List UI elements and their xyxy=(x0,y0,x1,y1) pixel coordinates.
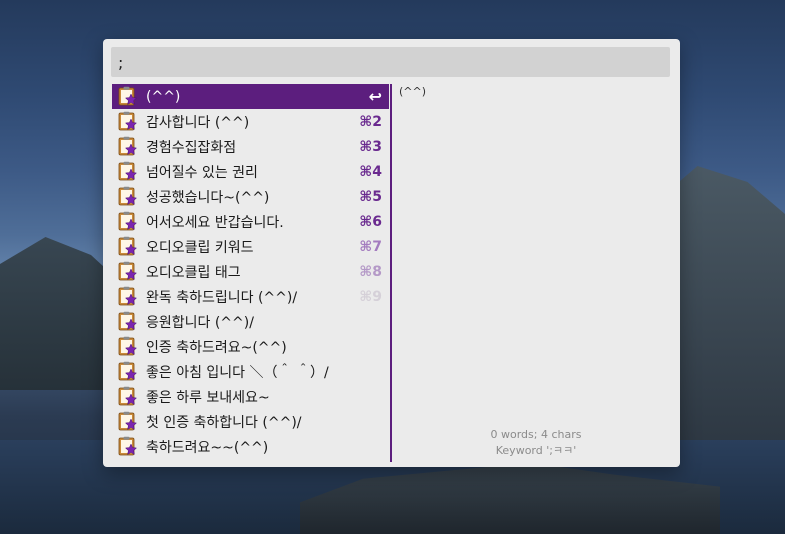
result-item[interactable]: 오디오클립 키워드 ⌘7 xyxy=(112,234,389,259)
keyword-label: Keyword ';ㅋㅋ' xyxy=(495,444,577,457)
result-item[interactable]: (^^) ↩ xyxy=(112,84,389,109)
result-item-label: 완독 축하드립니다 (^^)/ xyxy=(146,289,298,306)
snippet-clipboard-star-icon xyxy=(118,211,138,231)
snippet-clipboard-star-icon xyxy=(118,186,138,206)
snippet-clipboard-star-icon xyxy=(118,286,138,306)
snippet-preview: (^^) xyxy=(399,85,427,98)
snippet-clipboard-star-icon xyxy=(118,336,138,356)
snippet-launcher-window: (^^) ↩ 감사합니다 (^^) ⌘2 경험수집잡화점 ⌘3 넘어질수 있는 권리 ⌘… xyxy=(103,39,680,467)
shortcut-hint: ⌘2 xyxy=(359,113,382,130)
snippet-clipboard-star-icon xyxy=(118,386,138,406)
snippet-clipboard-star-icon xyxy=(118,436,138,456)
snippet-clipboard-star-icon xyxy=(118,261,138,281)
result-item-label: 경험수집잡화점 xyxy=(146,139,237,156)
return-shortcut-hint: ↩ xyxy=(368,87,382,106)
result-item[interactable]: 오디오클립 태그 ⌘8 xyxy=(112,259,389,284)
results-list: (^^) ↩ 감사합니다 (^^) ⌘2 경험수집잡화점 ⌘3 넘어질수 있는 권리 ⌘… xyxy=(111,84,392,462)
result-item-label: (^^) xyxy=(146,88,181,105)
snippet-clipboard-star-icon xyxy=(118,311,138,331)
result-item-label: 어서오세요 반갑습니다. xyxy=(146,214,284,231)
shortcut-hint: ⌘8 xyxy=(359,263,382,280)
result-item[interactable]: 감사합니다 (^^) ⌘2 xyxy=(112,109,389,134)
result-item[interactable]: 성공했습니다~(^^) ⌘5 xyxy=(112,184,389,209)
result-item-label: 성공했습니다~(^^) xyxy=(146,189,270,206)
result-item-label: 인증 축하드려요~(^^) xyxy=(146,339,287,356)
result-item[interactable]: 완독 축하드립니다 (^^)/ ⌘9 xyxy=(112,284,389,309)
result-item[interactable]: 좋은 아침 입니다 ＼（＾ ＾）/ xyxy=(112,359,389,384)
result-item-label: 좋은 하루 보내세요~ xyxy=(146,389,270,406)
result-item-label: 감사합니다 (^^) xyxy=(146,114,250,131)
snippet-clipboard-star-icon xyxy=(118,411,138,431)
search-input[interactable] xyxy=(111,47,670,77)
result-item[interactable]: 경험수집잡화점 ⌘3 xyxy=(112,134,389,159)
snippet-clipboard-star-icon xyxy=(118,161,138,181)
result-item-label: 좋은 아침 입니다 ＼（＾ ＾）/ xyxy=(146,364,329,381)
result-item[interactable]: 넘어질수 있는 권리 ⌘4 xyxy=(112,159,389,184)
shortcut-hint: ⌘3 xyxy=(359,138,382,155)
result-item[interactable]: 좋은 하루 보내세요~ xyxy=(112,384,389,409)
shortcut-hint: ⌘6 xyxy=(359,213,382,230)
result-item-label: 넘어질수 있는 권리 xyxy=(146,164,258,181)
result-item-label: 축하드려요~~(^^) xyxy=(146,439,269,456)
result-item[interactable]: 인증 축하드려요~(^^) xyxy=(112,334,389,359)
snippet-clipboard-star-icon xyxy=(118,136,138,156)
shortcut-hint: ⌘4 xyxy=(359,163,382,180)
result-item[interactable]: 응원합니다 (^^)/ xyxy=(112,309,389,334)
snippet-stats: 0 words; 4 chars Keyword ';ㅋㅋ' xyxy=(399,427,673,459)
snippet-clipboard-star-icon xyxy=(118,86,138,106)
snippet-clipboard-star-icon xyxy=(118,236,138,256)
result-item-label: 오디오클립 키워드 xyxy=(146,239,254,256)
result-item[interactable]: 축하드려요~~(^^) xyxy=(112,434,389,459)
result-item-label: 응원합니다 (^^)/ xyxy=(146,314,254,331)
snippet-clipboard-star-icon xyxy=(118,111,138,131)
result-item-label: 첫 인증 축하합니다 (^^)/ xyxy=(146,414,302,431)
result-item[interactable]: 어서오세요 반갑습니다. ⌘6 xyxy=(112,209,389,234)
shortcut-hint: ⌘9 xyxy=(359,288,382,305)
word-char-count: 0 words; 4 chars xyxy=(490,428,582,441)
snippet-clipboard-star-icon xyxy=(118,361,138,381)
result-item-label: 오디오클립 태그 xyxy=(146,264,241,281)
shortcut-hint: ⌘7 xyxy=(359,238,382,255)
result-item[interactable]: 첫 인증 축하합니다 (^^)/ xyxy=(112,409,389,434)
shortcut-hint: ⌘5 xyxy=(359,188,382,205)
